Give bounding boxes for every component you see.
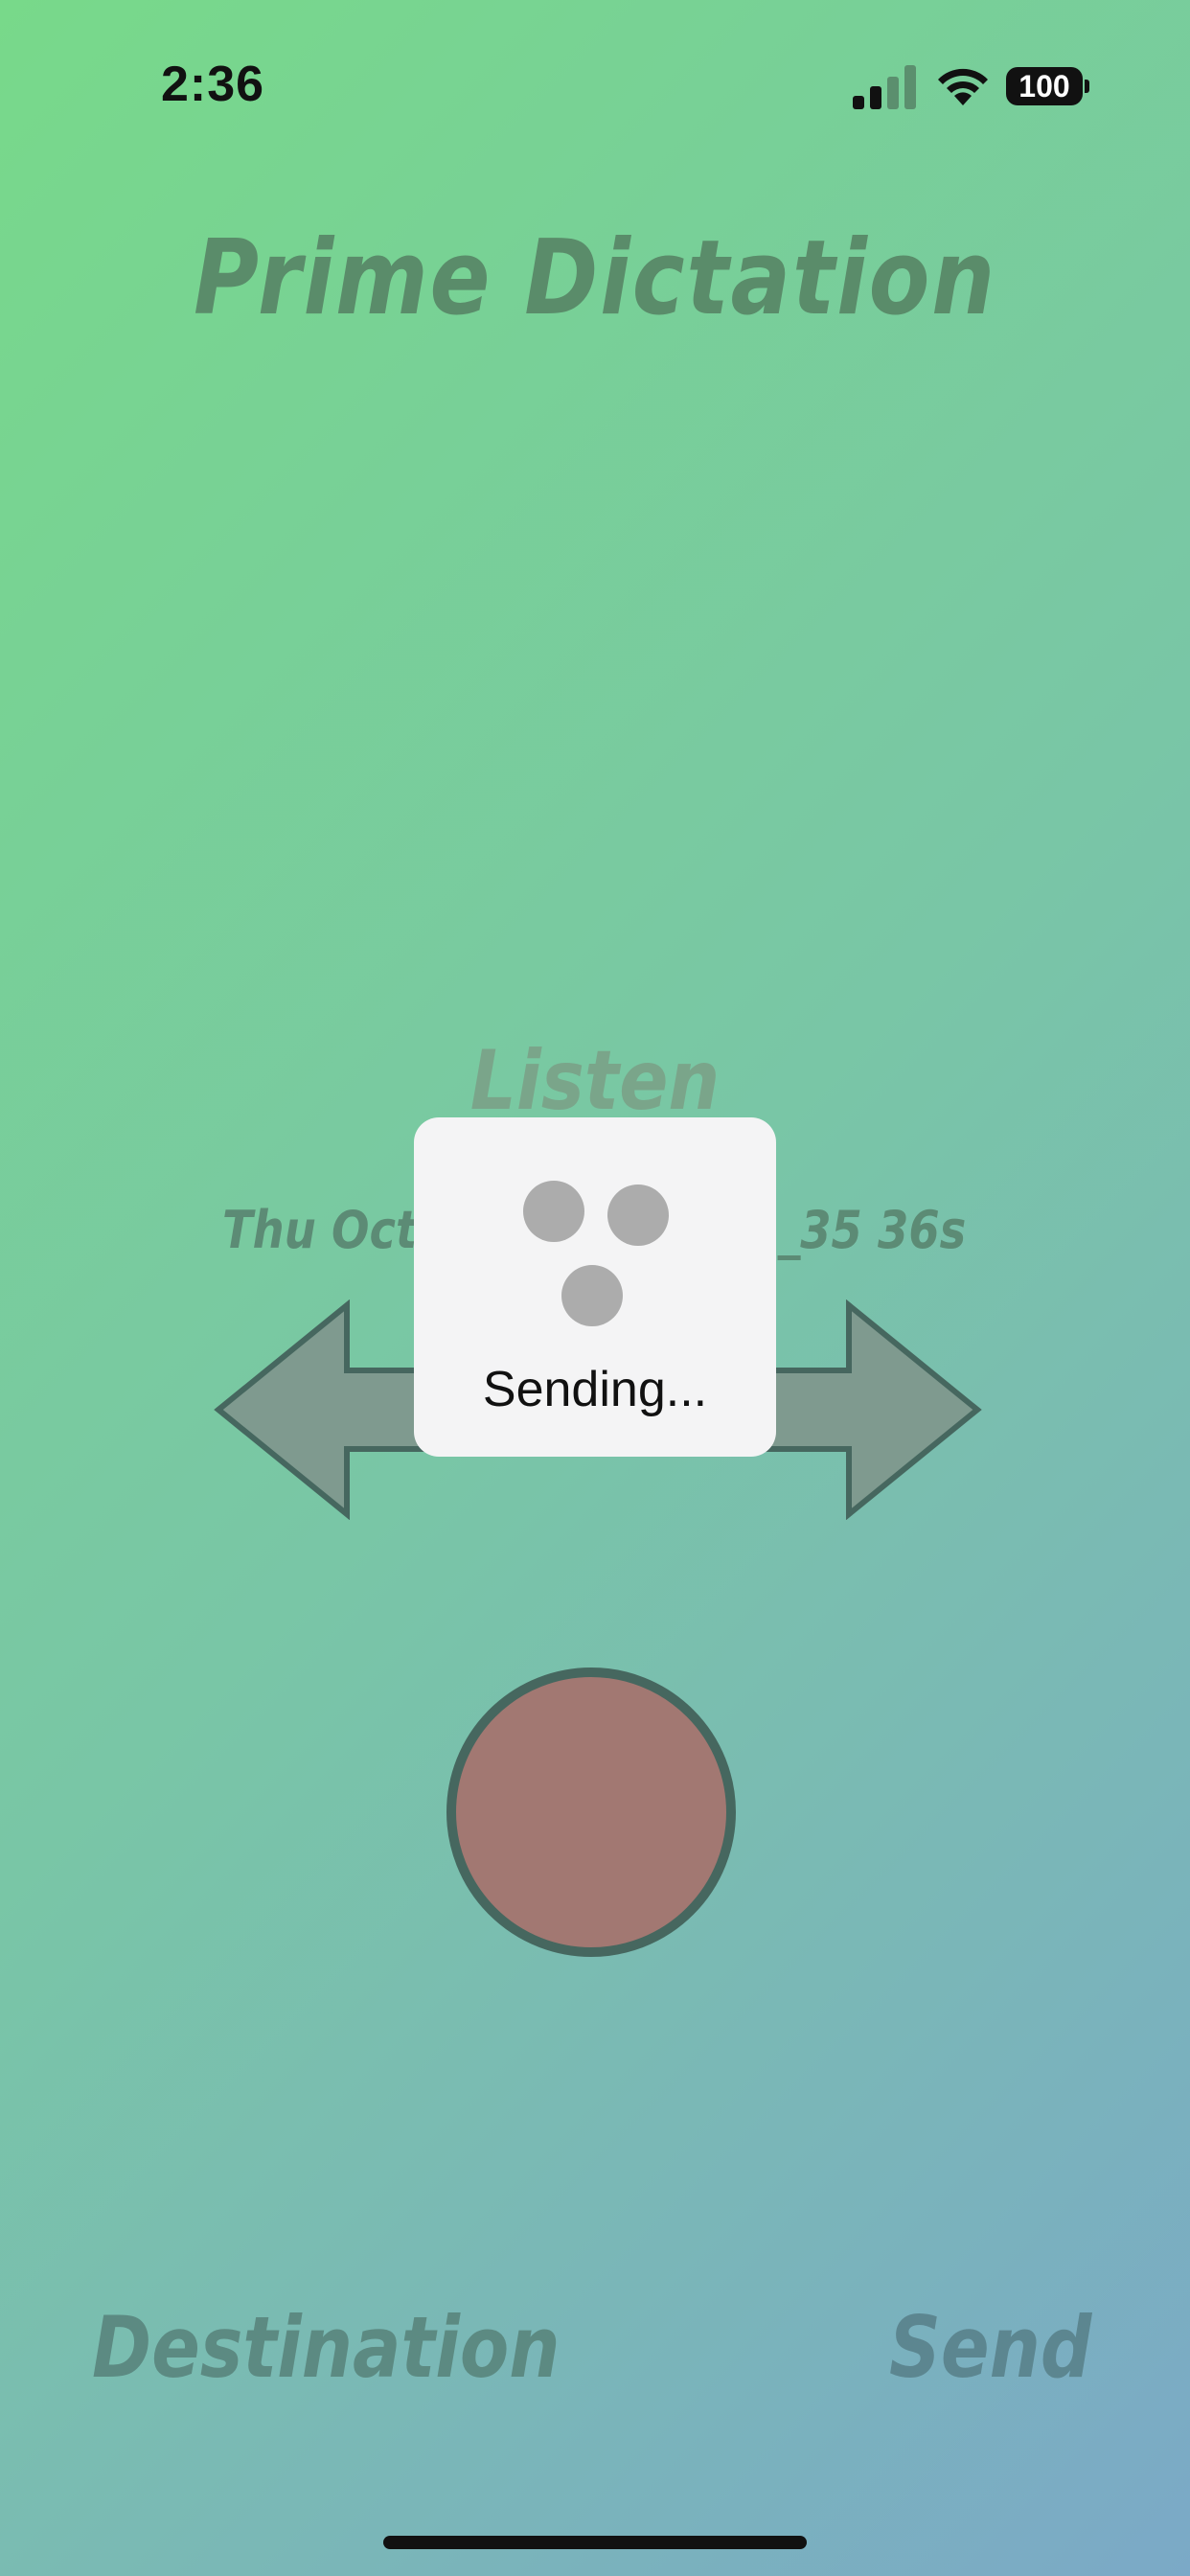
destination-button[interactable]: Destination	[92, 2298, 561, 2397]
app-title: Prime Dictation	[193, 218, 996, 338]
activity-dot	[607, 1184, 669, 1246]
recording-name-right: _35 36s	[778, 1200, 967, 1260]
record-button[interactable]	[446, 1668, 736, 1957]
sending-label: Sending...	[482, 1362, 708, 1417]
cellular-signal-icon	[853, 65, 916, 109]
battery-icon: 100	[1006, 67, 1083, 105]
battery-tip	[1085, 80, 1089, 93]
sending-hud: Sending...	[414, 1117, 776, 1457]
wifi-icon	[938, 68, 988, 105]
activity-dot	[561, 1265, 623, 1326]
status-time: 2:36	[161, 57, 265, 112]
recording-name-left: Thu Oct	[222, 1200, 418, 1260]
activity-dot	[523, 1181, 584, 1242]
home-indicator[interactable]	[383, 2536, 807, 2549]
send-button[interactable]: Send	[889, 2298, 1091, 2397]
listen-button[interactable]: Listen	[72, 1033, 1119, 1129]
next-recording-arrow-icon[interactable]	[744, 1300, 983, 1520]
